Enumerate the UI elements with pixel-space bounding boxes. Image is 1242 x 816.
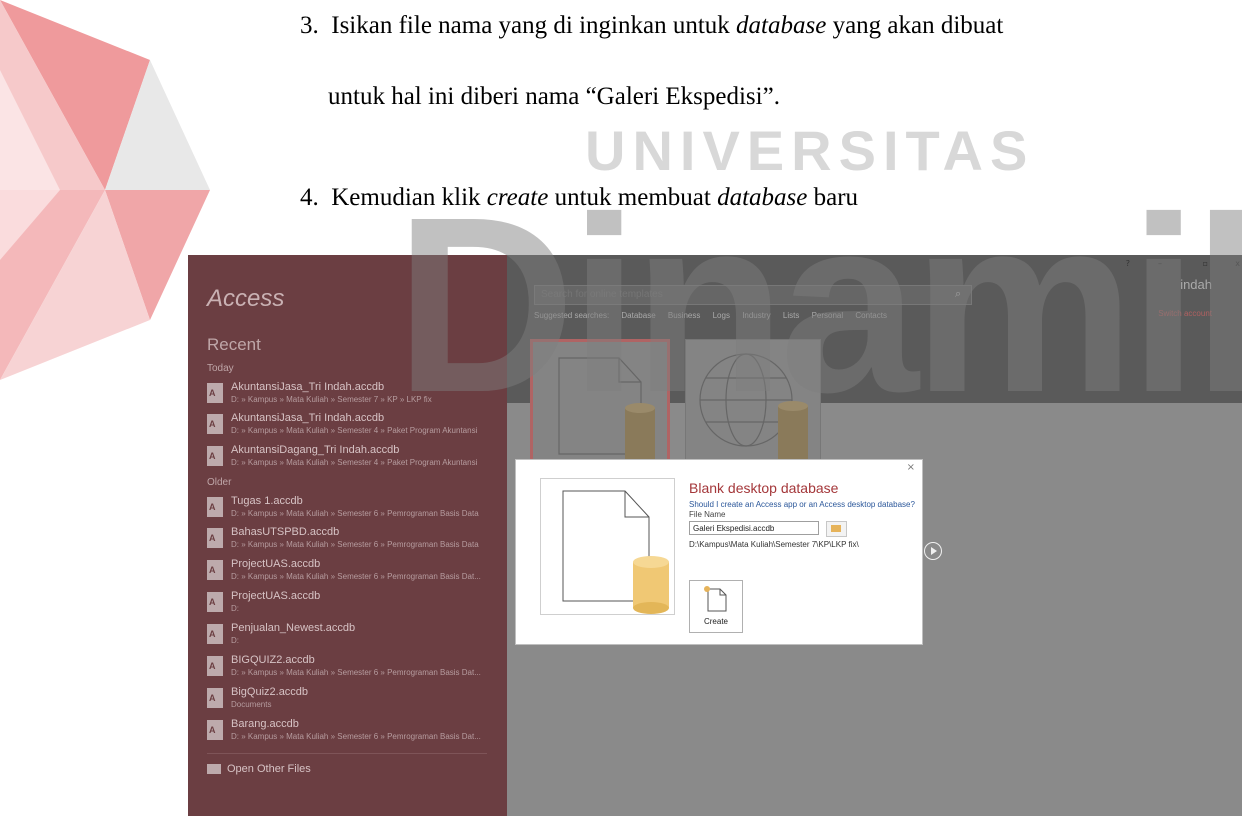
recent-file-path: D: » Kampus » Mata Kuliah » Semester 6 »… <box>231 732 481 741</box>
recent-file-name: BIGQUIZ2.accdb <box>231 654 315 666</box>
folder-icon <box>207 764 221 775</box>
recent-file-path: D: » Kampus » Mata Kuliah » Semester 6 »… <box>231 540 479 549</box>
recent-file-path: D: » Kampus » Mata Kuliah » Semester 6 »… <box>231 668 481 677</box>
recent-file[interactable]: Penjualan_Newest.accdb D: <box>207 622 497 652</box>
open-other-files-button[interactable]: Open Other Files <box>207 763 311 775</box>
access-file-icon <box>207 624 223 644</box>
save-path: D:\Kampus\Mata Kuliah\Semester 7\KP\LKP … <box>689 540 859 549</box>
recent-file-name: AkuntansiDagang_Tri Indah.accdb <box>231 444 400 456</box>
close-icon[interactable]: × <box>907 462 915 473</box>
step-3-number: 3. <box>300 12 319 39</box>
access-file-icon <box>207 383 223 403</box>
recent-file-path: D: » Kampus » Mata Kuliah » Semester 6 »… <box>231 509 479 518</box>
recent-file-path: D: <box>231 636 239 645</box>
step-3-italic: database <box>736 12 827 39</box>
access-app-question-link[interactable]: Should I create an Access app or an Acce… <box>689 500 915 509</box>
access-file-icon <box>207 656 223 676</box>
app-title: Access <box>207 285 285 312</box>
step-3-text: Isikan file nama yang di inginkan untuk <box>331 12 737 39</box>
access-file-icon <box>207 446 223 466</box>
create-label: Create <box>703 617 728 626</box>
folder-icon <box>831 525 841 532</box>
recent-file-name: ProjectUAS.accdb <box>231 590 321 602</box>
recent-file-path: D: <box>231 604 239 613</box>
blank-database-dialog: × Blank desktop database Should I create… <box>515 459 923 645</box>
recent-file-path: D: » Kampus » Mata Kuliah » Semester 6 »… <box>231 572 481 581</box>
dialog-title: Blank desktop database <box>689 480 839 496</box>
recent-file-path: D: » Kampus » Mata Kuliah » Semester 4 »… <box>231 458 478 467</box>
recent-file[interactable]: BIGQUIZ2.accdb D: » Kampus » Mata Kuliah… <box>207 654 497 684</box>
watermark-dinamika: Dinamika <box>395 165 1242 444</box>
new-file-icon <box>704 586 727 612</box>
recent-file-name: BigQuiz2.accdb <box>231 686 309 698</box>
recent-file-name: AkuntansiJasa_Tri Indah.accdb <box>231 412 385 424</box>
dialog-preview <box>540 478 675 615</box>
file-name-field[interactable] <box>689 521 819 535</box>
group-older: Older <box>207 477 232 488</box>
step-3-text-end: yang akan dibuat <box>826 12 1004 39</box>
blank-database-icon <box>562 490 669 614</box>
access-file-icon <box>207 560 223 580</box>
recent-file[interactable]: ProjectUAS.accdb D: » Kampus » Mata Kuli… <box>207 558 497 588</box>
recent-file-name: Tugas 1.accdb <box>231 495 303 507</box>
step-4-number: 4. <box>300 184 319 211</box>
group-today: Today <box>207 363 234 374</box>
file-name-label: File Name <box>689 510 726 519</box>
recent-file[interactable]: BahasUTSPBD.accdb D: » Kampus » Mata Kul… <box>207 526 497 556</box>
recent-file-path: Documents <box>231 700 272 709</box>
recent-file-name: ProjectUAS.accdb <box>231 558 321 570</box>
access-file-icon <box>207 688 223 708</box>
next-arrow-icon[interactable] <box>924 542 942 560</box>
recent-file-name: BahasUTSPBD.accdb <box>231 526 340 538</box>
recent-file[interactable]: BigQuiz2.accdb Documents <box>207 686 497 716</box>
recent-file[interactable]: AkuntansiDagang_Tri Indah.accdb D: » Kam… <box>207 444 497 474</box>
create-button[interactable]: Create <box>689 580 743 633</box>
sidebar-divider <box>207 753 487 754</box>
recent-file[interactable]: Tugas 1.accdb D: » Kampus » Mata Kuliah … <box>207 495 497 525</box>
recent-heading: Recent <box>207 335 261 354</box>
access-file-icon <box>207 414 223 434</box>
access-file-icon <box>207 720 223 740</box>
browse-folder-button[interactable] <box>826 521 847 537</box>
open-other-files-label: Open Other Files <box>227 763 311 775</box>
recent-file[interactable]: Barang.accdb D: » Kampus » Mata Kuliah »… <box>207 718 497 748</box>
access-file-icon <box>207 592 223 612</box>
university-logo-watermark <box>0 0 210 380</box>
recent-file-name: Penjualan_Newest.accdb <box>231 622 356 634</box>
step-3-line-1: 3. Isikan file nama yang di inginkan unt… <box>300 12 1003 40</box>
access-file-icon <box>207 528 223 548</box>
recent-file-name: AkuntansiJasa_Tri Indah.accdb <box>231 381 385 393</box>
recent-file[interactable]: ProjectUAS.accdb D: <box>207 590 497 620</box>
recent-file-name: Barang.accdb <box>231 718 299 730</box>
step-3-line-2: untuk hal ini diberi nama “Galeri Eksped… <box>328 83 780 110</box>
access-file-icon <box>207 497 223 517</box>
